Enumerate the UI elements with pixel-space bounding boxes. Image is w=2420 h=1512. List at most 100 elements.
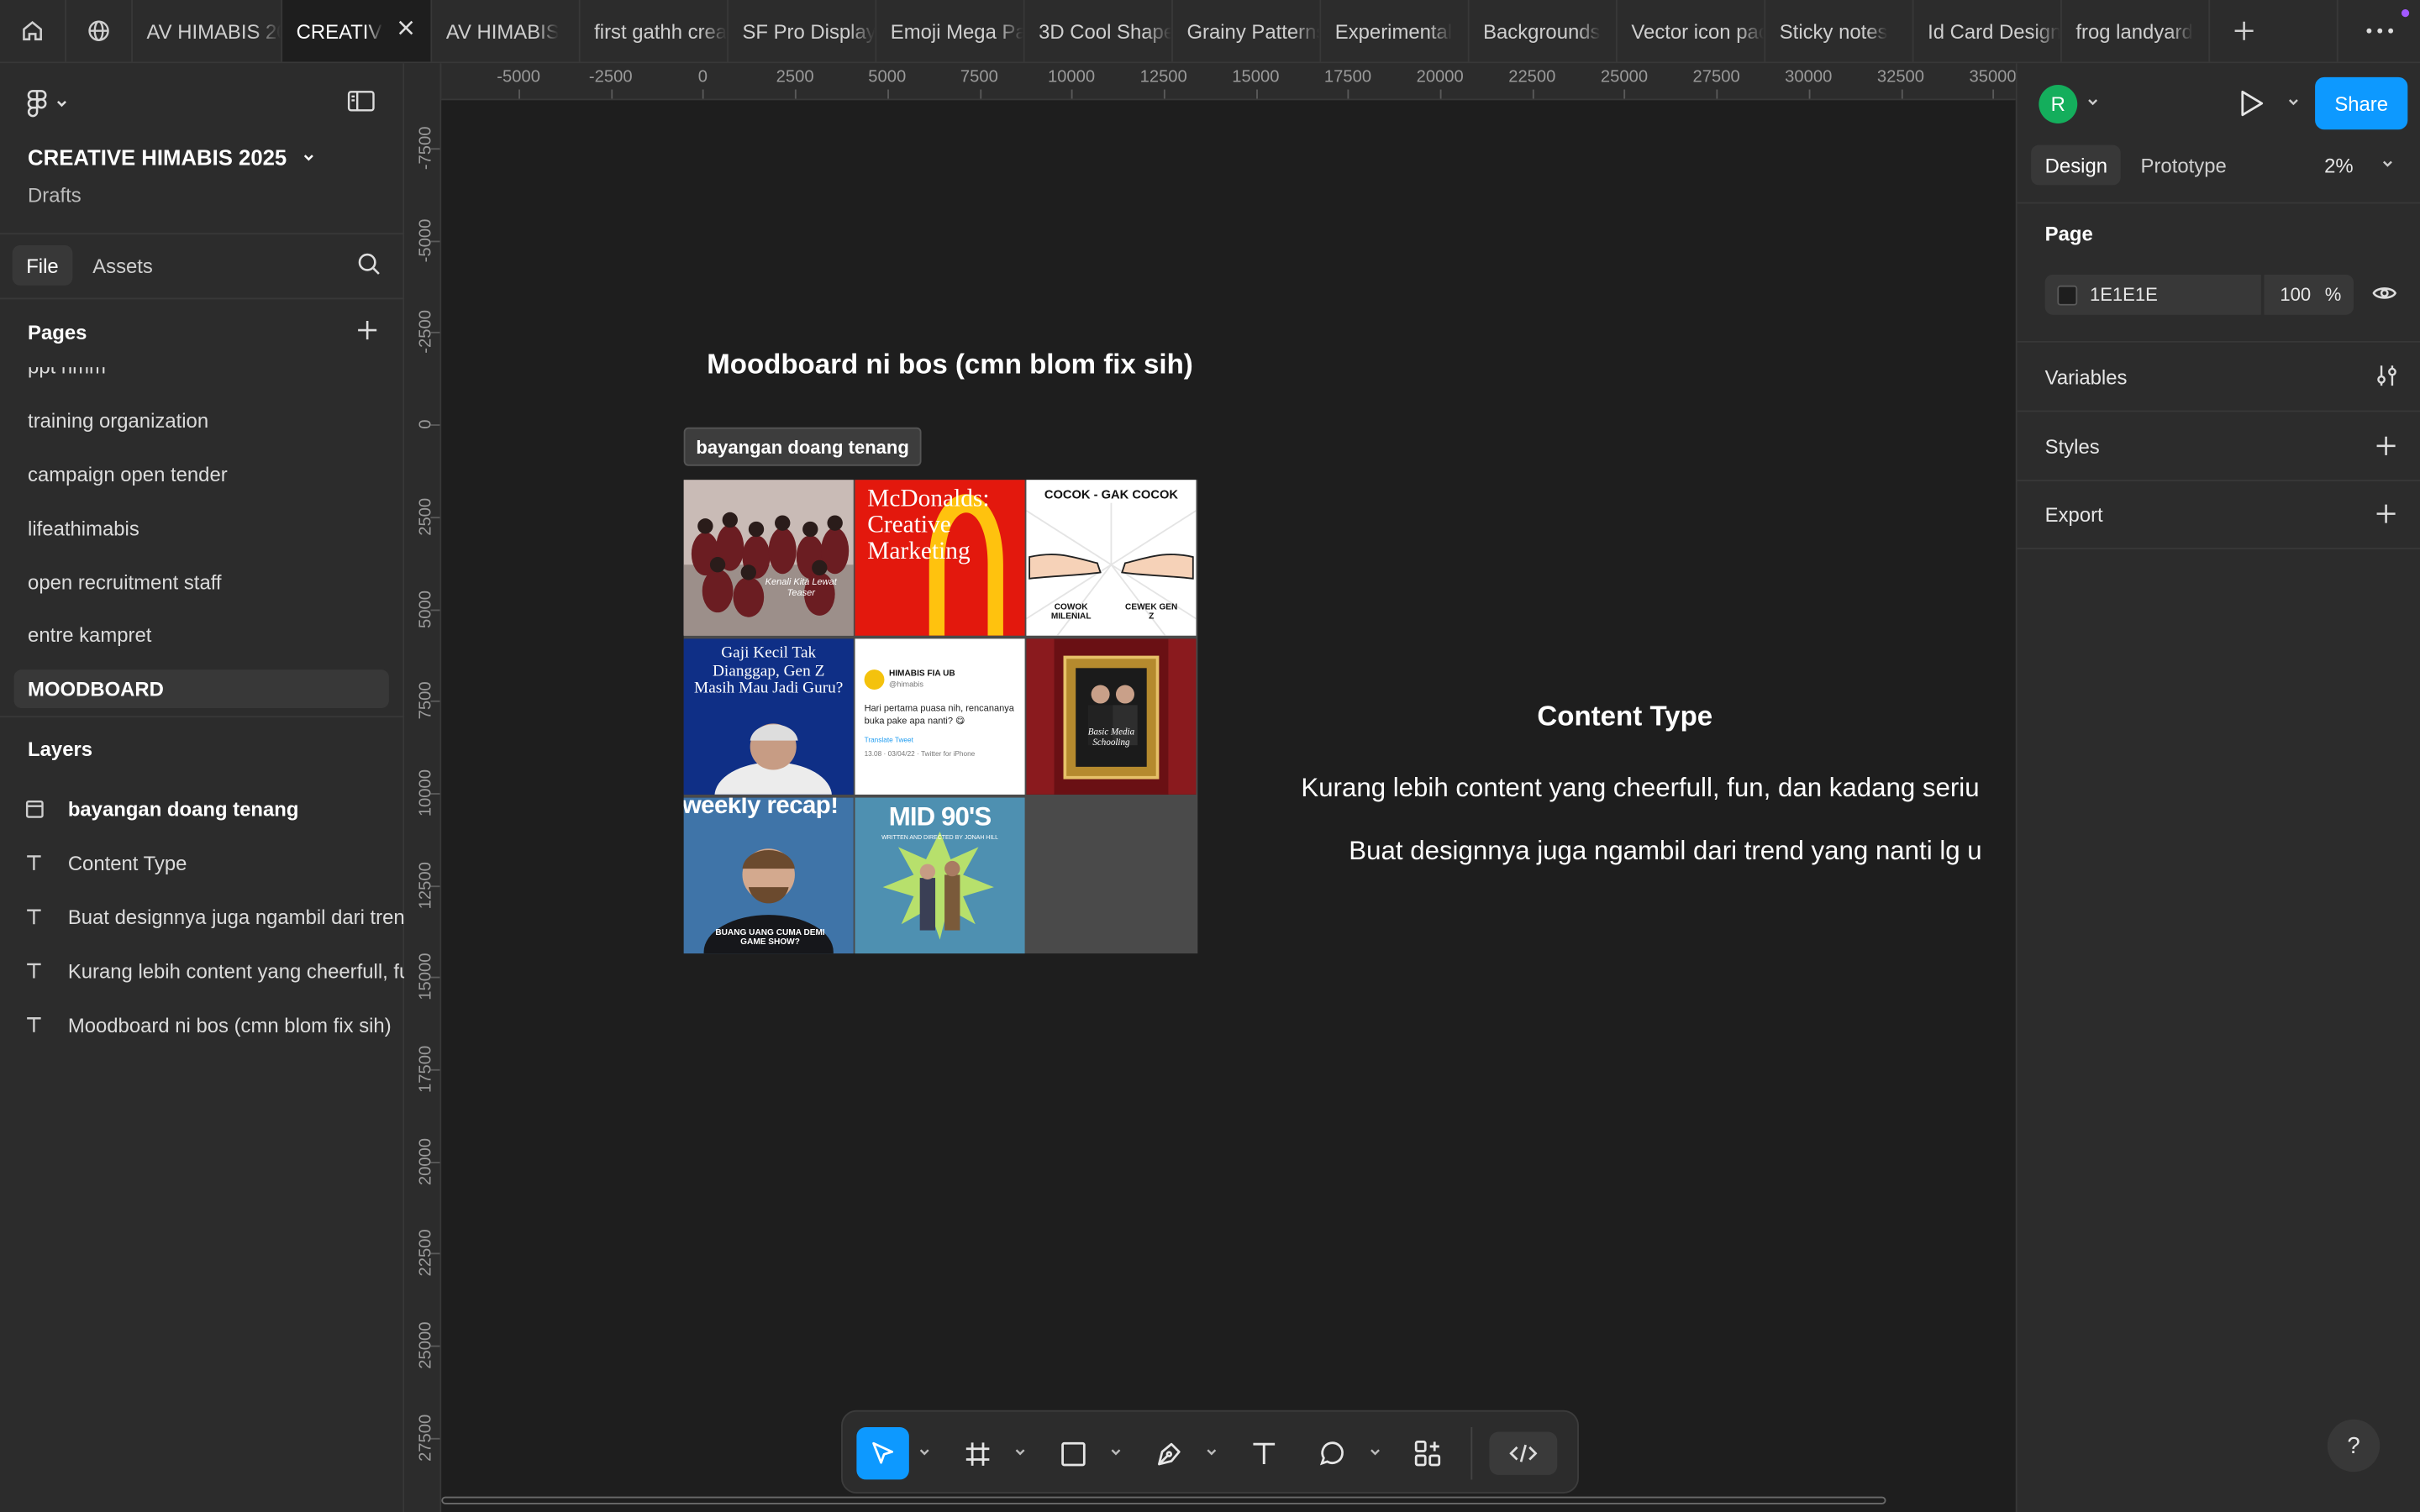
ruler-tick (1348, 89, 1349, 99)
page-item[interactable]: campaign open tender (14, 455, 389, 494)
page-item[interactable]: open recruitment staff (14, 563, 389, 601)
rectangle-icon (1060, 1441, 1085, 1466)
tab-label: SF Pro Display (742, 18, 876, 43)
image-caption: Gaji Kecil Tak Dianggap, Gen Z Masih Mau… (694, 644, 844, 698)
layer-item[interactable]: bayangan doang tenang (0, 787, 404, 830)
divider (0, 233, 405, 235)
tab-prototype[interactable]: Prototype (2127, 145, 2240, 186)
page-opacity-field[interactable]: 100 % (2264, 274, 2354, 315)
chevron-down-icon[interactable] (1110, 1446, 1123, 1458)
chevron-down-icon[interactable] (1014, 1446, 1027, 1458)
zoom-level[interactable]: 2% (2324, 155, 2354, 178)
pages-list: ppt hmm training organization campaign o… (0, 367, 404, 716)
file-tab[interactable]: Sticky notes (1765, 0, 1914, 62)
chevron-down-icon[interactable] (2381, 157, 2394, 170)
file-tab[interactable]: Emoji Mega Pack (876, 0, 1025, 62)
color-swatch[interactable] (2057, 284, 2078, 305)
community-button[interactable] (66, 0, 133, 62)
canvas[interactable]: Moodboard ni bos (cmn blom fix sih) baya… (441, 100, 2016, 1512)
present-play-icon[interactable] (2239, 90, 2264, 118)
content-type-line-1[interactable]: Kurang lebih content yang cheerfull, fun… (1301, 773, 1979, 804)
add-page-button[interactable] (356, 319, 378, 344)
page-item-active[interactable]: MOODBOARD (13, 669, 389, 709)
layer-item[interactable]: Kurang lebih content yang cheerfull, fun… (0, 949, 404, 992)
plus-icon[interactable] (2375, 435, 2397, 457)
toolbar-divider (1470, 1426, 1473, 1480)
layer-label: Kurang lebih content yang cheerfull, fun… (67, 958, 404, 983)
layer-item[interactable]: Content Type (0, 841, 404, 884)
content-type-line-2[interactable]: Buat designnya juga ngambil dari trend y… (1349, 837, 1981, 868)
home-button[interactable] (0, 0, 66, 62)
plus-icon[interactable] (2375, 503, 2397, 525)
export-heading[interactable]: Export (2045, 503, 2103, 527)
file-tab[interactable]: Grainy Patterns (1173, 0, 1322, 62)
ruler-label: 30000 (1785, 67, 1833, 87)
frame-label[interactable]: bayangan doang tenang (683, 427, 922, 466)
ruler-tick (430, 701, 440, 703)
page-item[interactable]: ppt hmm (14, 367, 389, 386)
ruler-label: 32500 (1876, 67, 1925, 87)
file-tab[interactable]: Id Card Design (1914, 0, 2062, 62)
variables-settings-icon[interactable] (2375, 364, 2399, 387)
main-menu-button[interactable] (26, 90, 68, 118)
stage-frame-illustration (1026, 638, 1197, 795)
content-type-title[interactable]: Content Type (1537, 701, 1712, 733)
moodboard-title[interactable]: Moodboard ni bos (cmn blom fix sih) (707, 349, 1193, 381)
tab-label: frog landyard (2075, 18, 2193, 43)
variables-heading[interactable]: Variables (2045, 365, 2128, 389)
tab-design[interactable]: Design (2031, 144, 2122, 186)
file-tab[interactable]: Backgrounds (1470, 0, 1618, 62)
help-button[interactable]: ? (2327, 1419, 2381, 1473)
search-layers-button[interactable] (356, 251, 381, 284)
layer-item[interactable]: Moodboard ni bos (cmn blom fix sih) (0, 1003, 404, 1046)
file-tab[interactable]: Vector icon pack (1618, 0, 1766, 62)
styles-heading[interactable]: Styles (2045, 435, 2100, 459)
layer-item[interactable]: Buat designnya juga ngambil dari trend y… (0, 895, 404, 937)
page-color-field[interactable]: 1E1E1E (2044, 274, 2261, 315)
share-button[interactable]: Share (2315, 76, 2408, 130)
eye-icon[interactable] (2372, 284, 2397, 302)
avatar (864, 669, 885, 690)
moodboard-frame[interactable]: Kenali Kita Lewat Teaser McDonalds: Crea… (683, 480, 1198, 954)
chevron-down-icon[interactable] (918, 1446, 931, 1458)
file-tab[interactable]: AV HIMABIS (432, 0, 581, 62)
pen-tool-button[interactable] (1144, 1427, 1196, 1479)
move-tool-button[interactable] (856, 1426, 909, 1480)
avatar[interactable]: R (2039, 85, 2078, 123)
tab-label: Vector icon pack (1631, 18, 1765, 43)
ruler-tick (1623, 89, 1626, 99)
actions-button[interactable] (1402, 1427, 1454, 1479)
file-tab-active[interactable]: CREATIVE HIMABIS 2025 (282, 0, 433, 62)
chevron-down-icon[interactable] (2086, 96, 2099, 108)
page-item[interactable]: training organization (14, 402, 389, 440)
file-tab[interactable]: AV HIMABIS 2025 (133, 0, 283, 62)
frame-tool-button[interactable] (950, 1427, 1002, 1479)
text-tool-button[interactable] (1238, 1427, 1290, 1479)
chevron-down-icon[interactable] (2287, 96, 2300, 108)
new-tab-button[interactable] (2210, 0, 2278, 61)
image-caption: 13.08 · 03/04/22 · Twitter for iPhone (864, 749, 976, 758)
comment-tool-button[interactable] (1306, 1427, 1358, 1479)
layer-label: Content Type (67, 850, 187, 874)
file-tab[interactable]: SF Pro Display (729, 0, 877, 62)
file-location[interactable]: Drafts (28, 184, 82, 207)
tab-assets[interactable]: Assets (79, 245, 167, 286)
file-tab[interactable]: Experimental (1321, 0, 1470, 62)
file-tab[interactable]: first gathh creative (581, 0, 729, 62)
tab-file[interactable]: File (12, 245, 73, 286)
chevron-down-icon[interactable] (1369, 1446, 1381, 1458)
dev-mode-toggle[interactable] (1489, 1431, 1558, 1475)
more-options-button[interactable] (2336, 0, 2420, 62)
file-tab[interactable]: frog landyard (2062, 0, 2211, 62)
page-item[interactable]: lifeathimabis (14, 509, 389, 548)
toggle-sidebar-button[interactable] (347, 90, 375, 121)
page-item[interactable]: entre kampret (14, 616, 389, 654)
file-name-button[interactable]: CREATIVE HIMABIS 2025 (28, 145, 314, 170)
chevron-down-icon[interactable] (1205, 1446, 1218, 1458)
shape-tool-button[interactable] (1046, 1427, 1098, 1479)
file-tab[interactable]: 3D Cool Shapes (1025, 0, 1173, 62)
image-caption: Basic Media Schooling (1087, 727, 1135, 748)
text-icon (27, 909, 41, 925)
horizontal-scrollbar[interactable] (441, 1496, 1886, 1504)
close-icon[interactable] (397, 18, 415, 37)
